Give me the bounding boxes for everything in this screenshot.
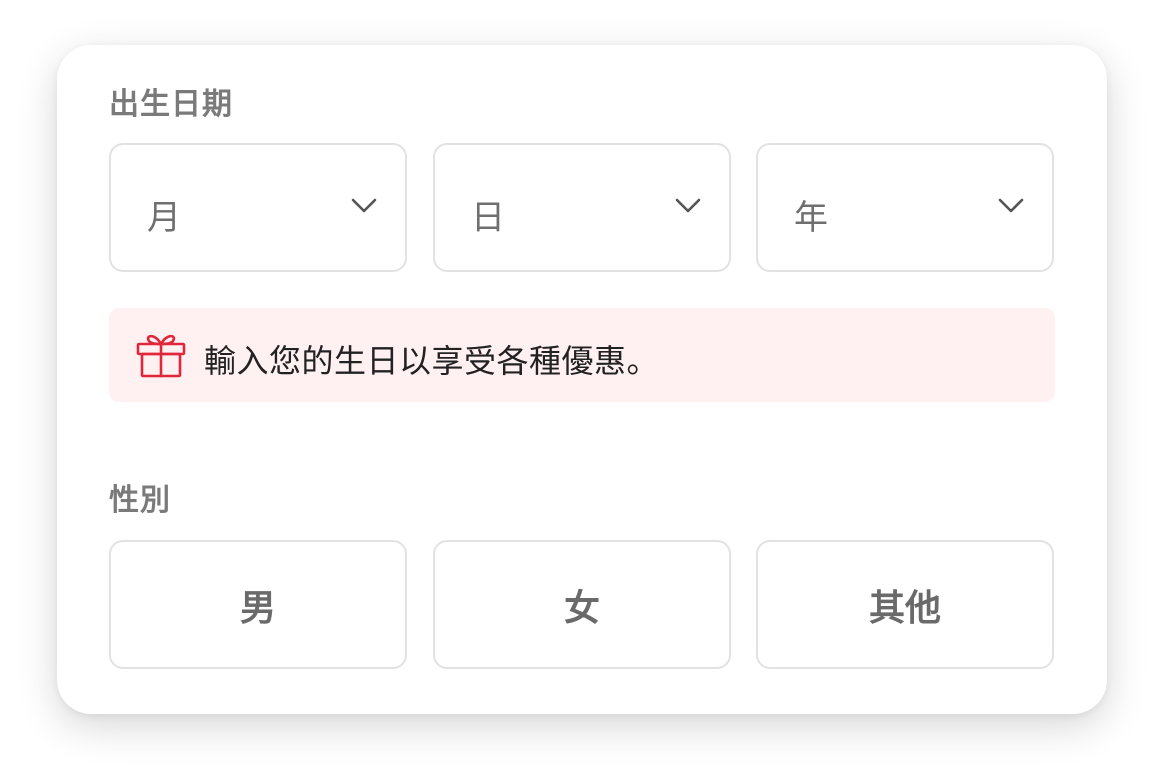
chevron-down-icon: [351, 198, 377, 213]
chevron-down-icon: [675, 198, 701, 213]
gender-option-female[interactable]: 女: [433, 540, 731, 669]
birthday-benefit-message: 輸入您的生日以享受各種優惠。: [204, 342, 660, 380]
day-select-value: 日: [471, 198, 505, 238]
month-select-value: 月: [147, 198, 181, 238]
day-select[interactable]: 日: [433, 143, 731, 272]
gender-option-other[interactable]: 其他: [756, 540, 1054, 669]
chevron-down-icon: [998, 198, 1024, 213]
birthday-benefit-banner: 輸入您的生日以享受各種優惠。: [109, 308, 1055, 402]
gender-option-male[interactable]: 男: [109, 540, 407, 669]
gift-icon: [136, 334, 186, 378]
year-select-value: 年: [794, 198, 828, 238]
profile-form-card: 出生日期 月 日 年 輸入您的生日以享受各種優惠。 性別 男 女 其他: [57, 45, 1107, 714]
gender-label: 性別: [109, 483, 171, 518]
gender-options: 男 女 其他: [109, 540, 1055, 669]
year-select[interactable]: 年: [756, 143, 1054, 272]
birthdate-label: 出生日期: [109, 87, 233, 122]
month-select[interactable]: 月: [109, 143, 407, 272]
birthdate-selects: 月 日 年: [109, 143, 1055, 272]
